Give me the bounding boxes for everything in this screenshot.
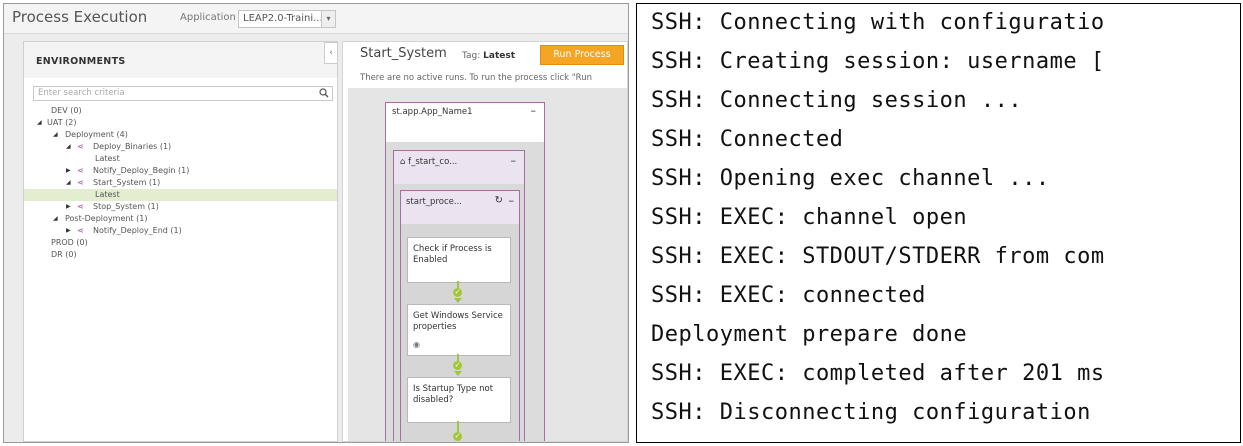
expand-down-icon[interactable]: ◢ bbox=[66, 143, 71, 150]
tree-item-label: DEV (0) bbox=[51, 106, 82, 115]
run-process-button[interactable]: Run Process bbox=[540, 45, 624, 65]
collapse-stage-icon[interactable]: – bbox=[509, 194, 515, 207]
step-label: Is Startup Type not disabled? bbox=[413, 384, 494, 405]
log-line: SSH: Creating session: username [ bbox=[651, 49, 1105, 74]
success-check-icon: ✓ bbox=[453, 288, 462, 297]
log-line: SSH: EXEC: connected bbox=[651, 283, 926, 308]
expand-right-icon[interactable]: ▶ bbox=[66, 203, 71, 210]
collapse-stage-icon[interactable]: – bbox=[511, 154, 517, 167]
log-line: SSH: EXEC: completed after 201 ms bbox=[651, 361, 1105, 386]
environment-search bbox=[33, 86, 333, 101]
log-line: SSH: Connecting with configuratio bbox=[651, 10, 1105, 35]
stage-f-start-co[interactable]: ⌂ f_start_co... – bbox=[393, 150, 525, 186]
search-input[interactable] bbox=[34, 87, 308, 99]
step-marker-icon: ◉ bbox=[413, 340, 420, 349]
collapse-panel-icon[interactable]: ‹ bbox=[324, 42, 338, 64]
tree-item-label: PROD (0) bbox=[51, 238, 88, 247]
search-icon[interactable] bbox=[319, 88, 329, 98]
tree-item-label: UAT (2) bbox=[47, 118, 77, 127]
process-icon: ⋖ bbox=[77, 202, 84, 211]
process-tag: Tag: Latest bbox=[462, 51, 515, 61]
tree-item-label: Notify_Deploy_End (1) bbox=[93, 226, 182, 235]
success-check-icon: ✓ bbox=[453, 432, 462, 441]
environments-header: ENVIRONMENTS ‹ bbox=[24, 42, 338, 78]
no-active-runs-message: There are no active runs. To run the pro… bbox=[360, 73, 592, 83]
process-icon: ⋖ bbox=[77, 178, 84, 187]
tree-item-label: DR (0) bbox=[51, 250, 77, 259]
tree-item-deployment[interactable]: ◢ Deployment (4) bbox=[24, 129, 337, 141]
log-line: SSH: Connected bbox=[651, 127, 844, 152]
log-line: Deployment prepare done bbox=[651, 322, 968, 347]
process-icon: ⋖ bbox=[77, 142, 84, 151]
page-title: Process Execution bbox=[12, 8, 148, 26]
tree-item-dr[interactable]: DR (0) bbox=[24, 249, 337, 261]
tree-item-start-system-latest[interactable]: Latest bbox=[24, 189, 337, 201]
tree-item-label: Post-Deployment (1) bbox=[65, 214, 148, 223]
tree-item-start-system[interactable]: ◢ ⋖ Start_System (1) bbox=[24, 177, 337, 189]
arrow-down-icon bbox=[454, 298, 462, 303]
refresh-icon[interactable]: ↻ bbox=[495, 195, 503, 206]
step-check-process-enabled[interactable]: Check if Process is Enabled bbox=[407, 237, 511, 283]
ssh-console-log: SSH: Connecting with configuratio SSH: C… bbox=[636, 3, 1241, 443]
application-select-value: LEAP2.0-Traini... bbox=[243, 13, 323, 24]
tree-item-label: Notify_Deploy_Begin (1) bbox=[93, 166, 190, 175]
process-execution-window: Process Execution Application LEAP2.0-Tr… bbox=[3, 3, 629, 443]
expand-down-icon[interactable]: ◢ bbox=[53, 215, 58, 222]
tree-item-notify-deploy-end[interactable]: ▶ ⋖ Notify_Deploy_End (1) bbox=[24, 225, 337, 237]
success-check-icon: ✓ bbox=[453, 361, 462, 370]
tree-item-prod[interactable]: PROD (0) bbox=[24, 237, 337, 249]
tree-item-label: Latest bbox=[95, 190, 120, 199]
process-canvas: st.app.App_Name1 – ⌂ f_start_co... – sta… bbox=[348, 88, 627, 441]
arrow-down-icon bbox=[454, 371, 462, 376]
stage-app-name1[interactable]: st.app.App_Name1 – bbox=[385, 102, 545, 144]
process-icon: ⋖ bbox=[77, 166, 84, 175]
step-get-windows-service-properties[interactable]: Get Windows Service properties ◉ bbox=[407, 304, 511, 356]
chevron-down-icon[interactable]: ▾ bbox=[321, 11, 335, 27]
collapse-stage-icon[interactable]: – bbox=[531, 104, 537, 117]
log-line: SSH: Disconnecting configuration bbox=[651, 400, 1091, 425]
tree-item-label: Latest bbox=[95, 154, 120, 163]
step-label: Get Windows Service properties bbox=[413, 311, 503, 332]
tree-item-dev[interactable]: DEV (0) bbox=[24, 105, 337, 117]
step-is-startup-type-not-disabled[interactable]: Is Startup Type not disabled? bbox=[407, 377, 511, 423]
tree-item-stop-system[interactable]: ▶ ⋖ Stop_System (1) bbox=[24, 201, 337, 213]
step-label: Check if Process is Enabled bbox=[413, 244, 492, 265]
process-icon: ⋖ bbox=[77, 226, 84, 235]
expand-right-icon[interactable]: ▶ bbox=[66, 167, 71, 174]
tree-item-deploy-binaries[interactable]: ◢ ⋖ Deploy_Binaries (1) bbox=[24, 141, 337, 153]
log-line: SSH: Connecting session ... bbox=[651, 88, 1023, 113]
screenshot-composite: Process Execution Application LEAP2.0-Tr… bbox=[0, 0, 1243, 446]
log-line: SSH: EXEC: STDOUT/STDERR from com bbox=[651, 244, 1105, 269]
tree-item-post-deployment[interactable]: ◢ Post-Deployment (1) bbox=[24, 213, 337, 225]
tree-item-notify-deploy-begin[interactable]: ▶ ⋖ Notify_Deploy_Begin (1) bbox=[24, 165, 337, 177]
stage-start-proce[interactable]: start_proce... ↻ – bbox=[400, 190, 520, 226]
expand-down-icon[interactable]: ◢ bbox=[53, 131, 58, 138]
stage-title: f_start_co... bbox=[408, 157, 458, 167]
environments-title: ENVIRONMENTS bbox=[36, 56, 126, 67]
tree-item-deploy-binaries-latest[interactable]: Latest bbox=[24, 153, 337, 165]
process-panel: Start_System Tag: Latest Run Process The… bbox=[342, 41, 628, 442]
environments-panel: ENVIRONMENTS ‹ DEV (0) ◢ UAT (2) ◢ Deplo… bbox=[23, 41, 338, 442]
expand-down-icon[interactable]: ◢ bbox=[37, 119, 42, 126]
expand-right-icon[interactable]: ▶ bbox=[66, 227, 71, 234]
tree-item-label: Start_System (1) bbox=[93, 178, 161, 187]
application-select[interactable]: LEAP2.0-Traini... ▾ bbox=[238, 10, 336, 28]
process-title: Start_System bbox=[360, 46, 447, 61]
tree-item-label: Stop_System (1) bbox=[93, 202, 159, 211]
expand-down-icon[interactable]: ◢ bbox=[66, 179, 71, 186]
tree-item-label: Deployment (4) bbox=[65, 130, 128, 139]
lock-icon: ⌂ bbox=[400, 157, 406, 167]
application-label: Application bbox=[180, 12, 236, 23]
tree-item-label: Deploy_Binaries (1) bbox=[93, 142, 172, 151]
stage-title-wrap: ⌂ f_start_co... bbox=[400, 157, 457, 167]
stage-title: st.app.App_Name1 bbox=[392, 107, 473, 117]
tag-value: Latest bbox=[483, 51, 516, 61]
log-line: SSH: Opening exec channel ... bbox=[651, 166, 1050, 191]
tag-label: Tag: bbox=[462, 51, 481, 61]
log-line: SSH: EXEC: channel open bbox=[651, 205, 968, 230]
tree-item-uat[interactable]: ◢ UAT (2) bbox=[24, 117, 337, 129]
top-bar: Process Execution Application LEAP2.0-Tr… bbox=[4, 4, 628, 34]
stage-title: start_proce... bbox=[406, 197, 462, 207]
